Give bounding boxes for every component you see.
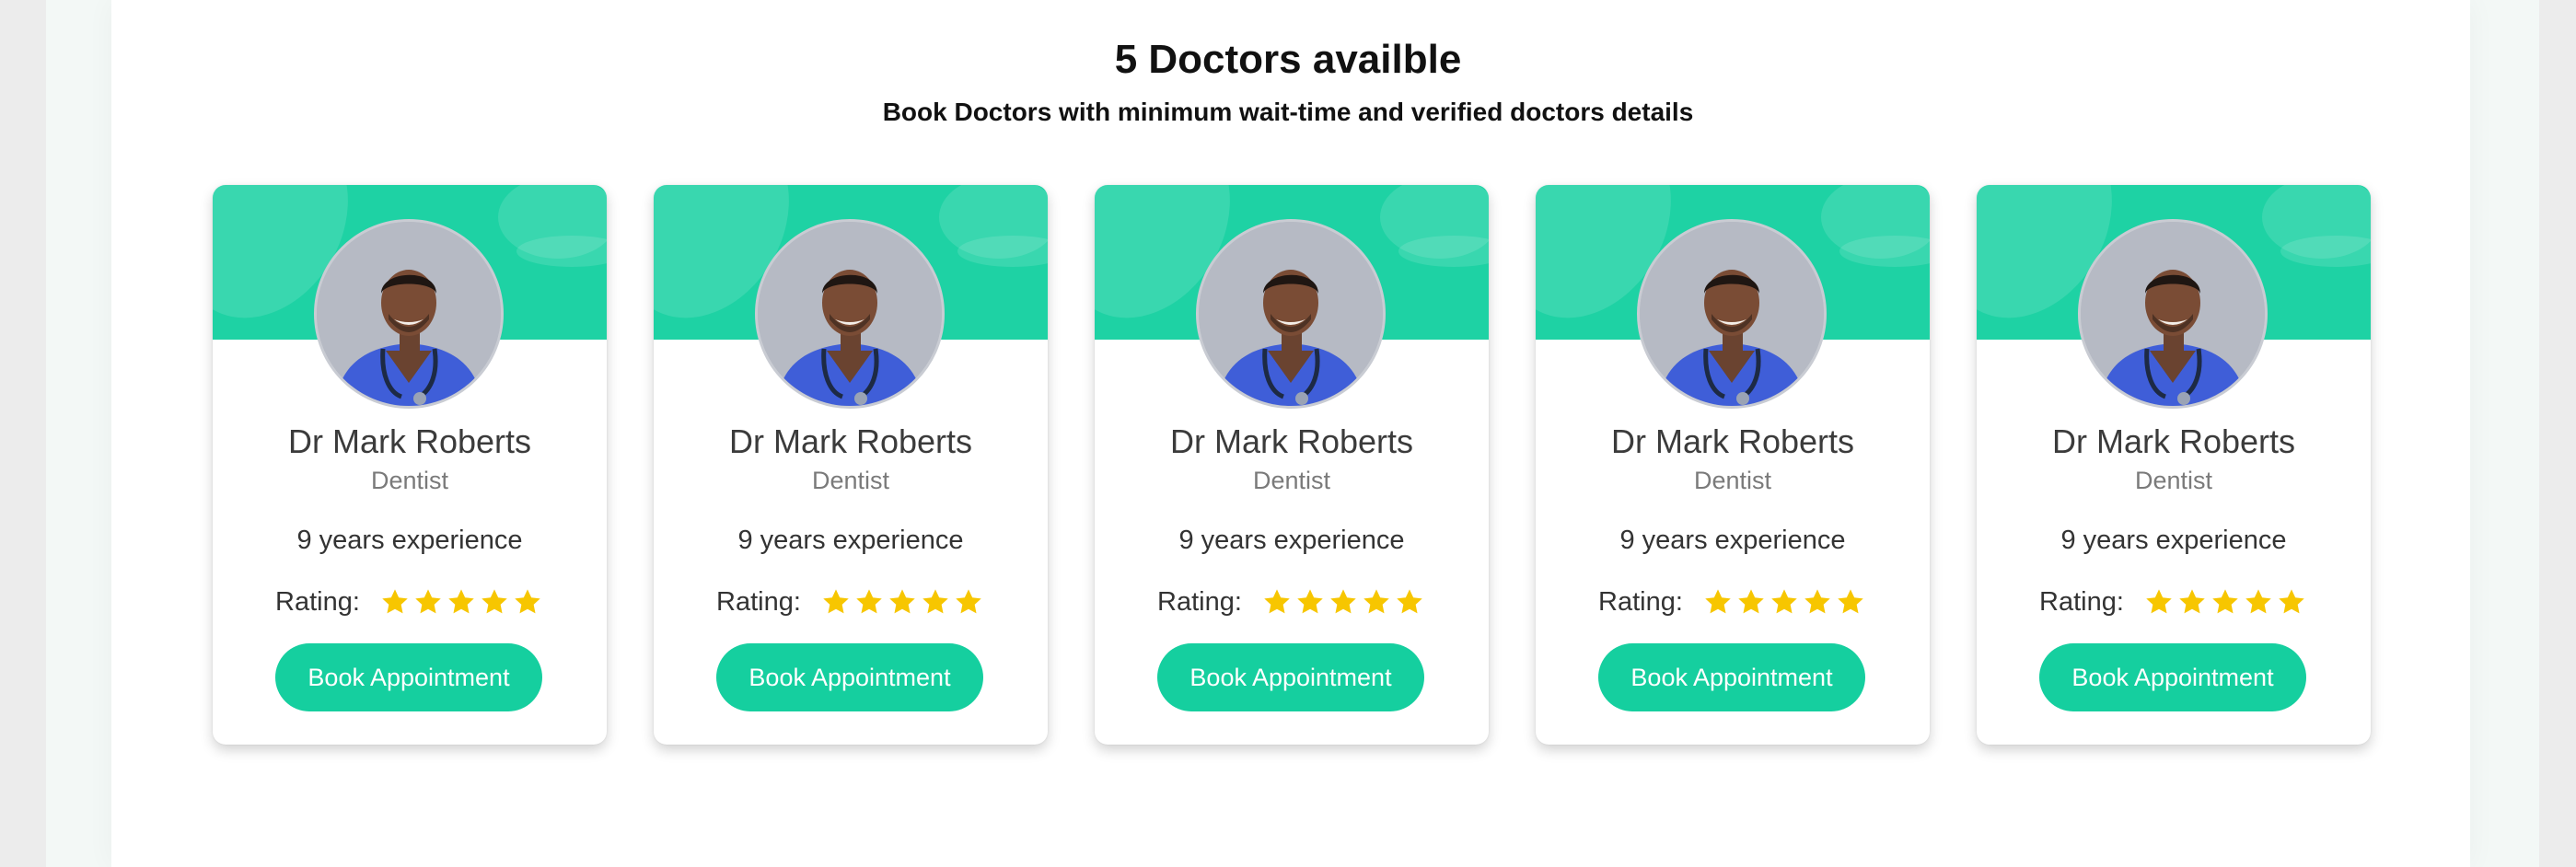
doctor-avatar [314,219,504,409]
star-icon [1705,589,1731,614]
doctor-experience: 9 years experience [296,526,523,555]
doctor-specialty: Dentist [370,467,449,494]
star-icon [889,589,915,614]
star-icon [2146,589,2172,614]
star-icon [2179,589,2205,614]
star-icon [823,589,849,614]
star-icon [1363,589,1389,614]
doctor-specialty: Dentist [2134,467,2213,494]
doctor-experience: 9 years experience [1619,526,1846,555]
doctor-card: Dr Mark Roberts Dentist 9 years experien… [213,185,607,745]
star-icon [1838,589,1863,614]
doctor-name: Dr Mark Roberts [1610,422,1855,460]
doctor-experience: 9 years experience [1178,526,1405,555]
doctor-name: Dr Mark Roberts [728,422,973,460]
star-icon [856,589,882,614]
star-icon [2245,589,2271,614]
doctor-rating: Rating: [213,584,607,620]
rating-label: Rating: [2039,586,2124,617]
star-icon [515,589,540,614]
doctor-card: Dr Mark Roberts Dentist 9 years experien… [1095,185,1489,745]
page-title: 5 Doctors availble [1114,37,1462,82]
star-icon [922,589,948,614]
doctor-avatar [755,219,945,409]
doctor-specialty: Dentist [811,467,890,494]
star-icon [1771,589,1797,614]
rating-label: Rating: [1598,586,1683,617]
star-icon [1264,589,1290,614]
rating-label: Rating: [1157,586,1242,617]
doctor-name: Dr Mark Roberts [287,422,532,460]
doctor-specialty: Dentist [1252,467,1331,494]
doctor-rating: Rating: [654,584,1048,620]
star-icon [448,589,474,614]
doctor-rating: Rating: [1536,584,1930,620]
star-icon [1738,589,1764,614]
book-appointment-button[interactable]: Book Appointment [1598,643,1865,711]
book-appointment-button[interactable]: Book Appointment [1157,643,1424,711]
rating-label: Rating: [275,586,360,617]
rating-label: Rating: [716,586,801,617]
doctor-rating: Rating: [1095,584,1489,620]
doctor-card: Dr Mark Roberts Dentist 9 years experien… [654,185,1048,745]
star-icon [382,589,408,614]
doctor-avatar [1196,219,1386,409]
star-icon [1397,589,1422,614]
star-icon [482,589,507,614]
doctor-avatar [1637,219,1827,409]
book-appointment-button[interactable]: Book Appointment [2039,643,2306,711]
page-subtitle: Book Doctors with minimum wait-time and … [882,98,1694,126]
star-icon [1804,589,1830,614]
book-appointment-button[interactable]: Book Appointment [275,643,542,711]
book-appointment-button[interactable]: Book Appointment [716,643,983,711]
star-icon [415,589,441,614]
star-icon [956,589,981,614]
doctor-experience: 9 years experience [737,526,964,555]
doctor-name: Dr Mark Roberts [2051,422,2296,460]
doctor-specialty: Dentist [1693,467,1772,494]
doctor-card: Dr Mark Roberts Dentist 9 years experien… [1536,185,1930,745]
star-icon [2212,589,2238,614]
star-icon [1330,589,1356,614]
doctor-card: Dr Mark Roberts Dentist 9 years experien… [1977,185,2371,745]
star-icon [1297,589,1323,614]
doctor-rating: Rating: [1977,584,2371,620]
doctor-experience: 9 years experience [2060,526,2287,555]
star-icon [2279,589,2304,614]
doctor-name: Dr Mark Roberts [1169,422,1414,460]
doctor-avatar [2078,219,2268,409]
